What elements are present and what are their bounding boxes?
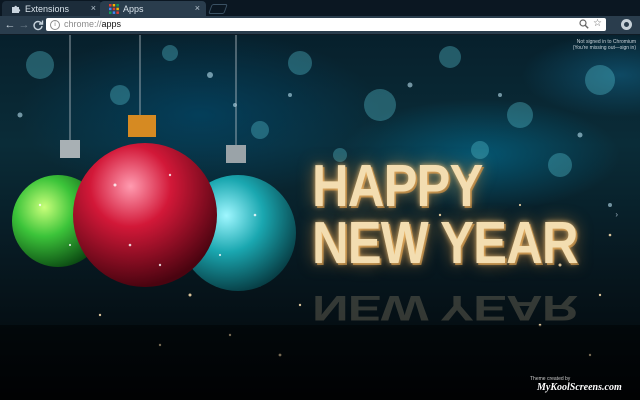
puzzle-icon	[12, 5, 21, 13]
new-tab-button[interactable]	[208, 4, 228, 14]
christmas-ornaments	[12, 35, 296, 291]
bookmark-star-icon[interactable]: ☆	[593, 18, 602, 30]
page-info-icon[interactable]: i	[50, 20, 60, 30]
headline-line-2: NEW YEAR	[312, 210, 579, 276]
reflection-line-2: NEW YEAR	[312, 288, 578, 328]
zoom-icon[interactable]	[579, 19, 589, 29]
url-text: chrome://apps	[64, 19, 121, 30]
address-bar[interactable]: i chrome://apps ☆	[46, 18, 606, 31]
headline: HAPPY NEW YEAR	[312, 153, 592, 276]
apps-grid-icon	[109, 3, 119, 14]
tab-extensions[interactable]: Extensions ×	[2, 1, 102, 16]
tab-close-icon[interactable]: ×	[195, 3, 200, 13]
url-host: apps	[101, 19, 122, 29]
tab-apps[interactable]: Apps ×	[100, 1, 206, 16]
tab-title: Apps	[123, 3, 144, 14]
new-tab-page: Not signed in to Chromium (You're missin…	[0, 35, 640, 400]
red-ornament	[73, 143, 217, 287]
signin-line-2[interactable]: (You're missing out—sign in)	[573, 45, 636, 51]
url-scheme: chrome://	[64, 19, 102, 29]
theme-credit: Theme created by MyKoolScreens.com	[530, 376, 622, 393]
credit-site: MyKoolScreens.com	[537, 382, 622, 393]
extension-icon[interactable]	[621, 19, 632, 30]
headline-reflection: NEW YEAR	[312, 288, 621, 328]
forward-button[interactable]: →	[18, 19, 30, 31]
tab-title: Extensions	[25, 3, 70, 14]
reload-icon[interactable]	[32, 19, 44, 31]
headline-line-1: HAPPY	[312, 153, 483, 219]
toolbar: ← → i chrome://apps ☆	[0, 16, 640, 35]
tab-strip: Extensions × Apps ×	[0, 0, 640, 16]
chevron-right-icon[interactable]: ›	[615, 210, 618, 219]
tab-close-icon[interactable]: ×	[91, 3, 96, 13]
signin-notice[interactable]: Not signed in to Chromium (You're missin…	[573, 39, 636, 51]
back-button[interactable]: ←	[4, 19, 16, 31]
